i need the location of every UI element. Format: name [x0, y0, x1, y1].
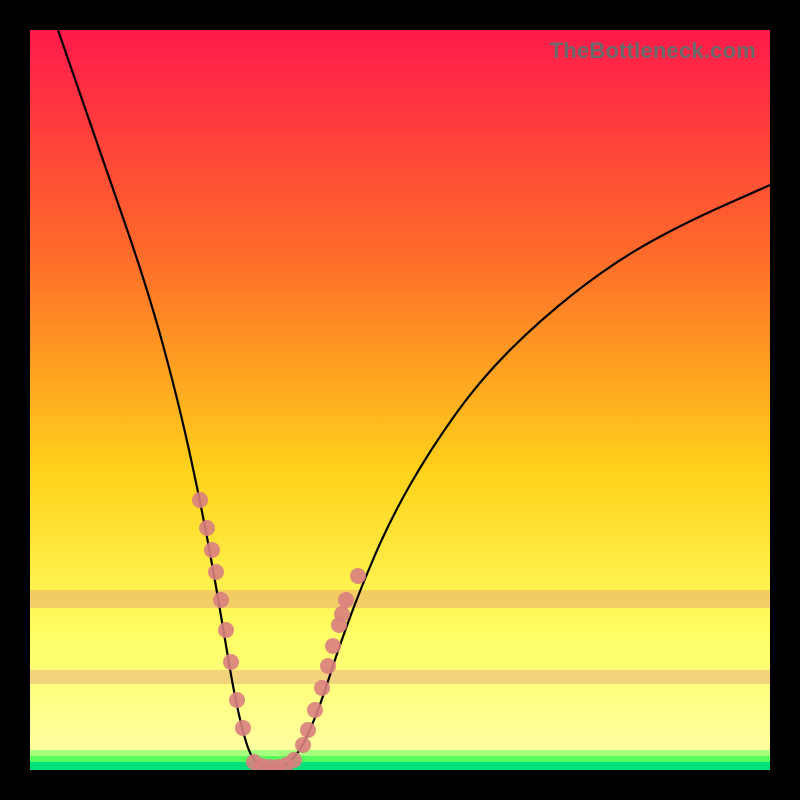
marker-right	[334, 606, 350, 622]
chart-frame: TheBottleneck.com	[30, 30, 770, 770]
marker-bottom	[286, 752, 302, 768]
marker-left	[213, 592, 229, 608]
marker-right	[307, 702, 323, 718]
marker-right	[350, 568, 366, 584]
watermark-label: TheBottleneck.com	[550, 38, 756, 64]
band-green-a	[30, 750, 770, 756]
bottleneck-curve-chart	[30, 30, 770, 770]
marker-left	[199, 520, 215, 536]
marker-left	[218, 622, 234, 638]
band-green-c	[30, 762, 770, 770]
marker-right	[338, 592, 354, 608]
band-green-b	[30, 756, 770, 762]
gradient-background	[30, 30, 770, 770]
marker-left	[192, 492, 208, 508]
marker-right	[314, 680, 330, 696]
marker-right	[325, 638, 341, 654]
marker-left	[208, 564, 224, 580]
marker-right	[295, 737, 311, 753]
band-salmon-upper	[30, 590, 770, 608]
marker-left	[229, 692, 245, 708]
marker-left	[204, 542, 220, 558]
marker-left	[223, 654, 239, 670]
marker-right	[300, 722, 316, 738]
band-salmon-lower	[30, 670, 770, 684]
marker-right	[320, 658, 336, 674]
marker-left	[235, 720, 251, 736]
